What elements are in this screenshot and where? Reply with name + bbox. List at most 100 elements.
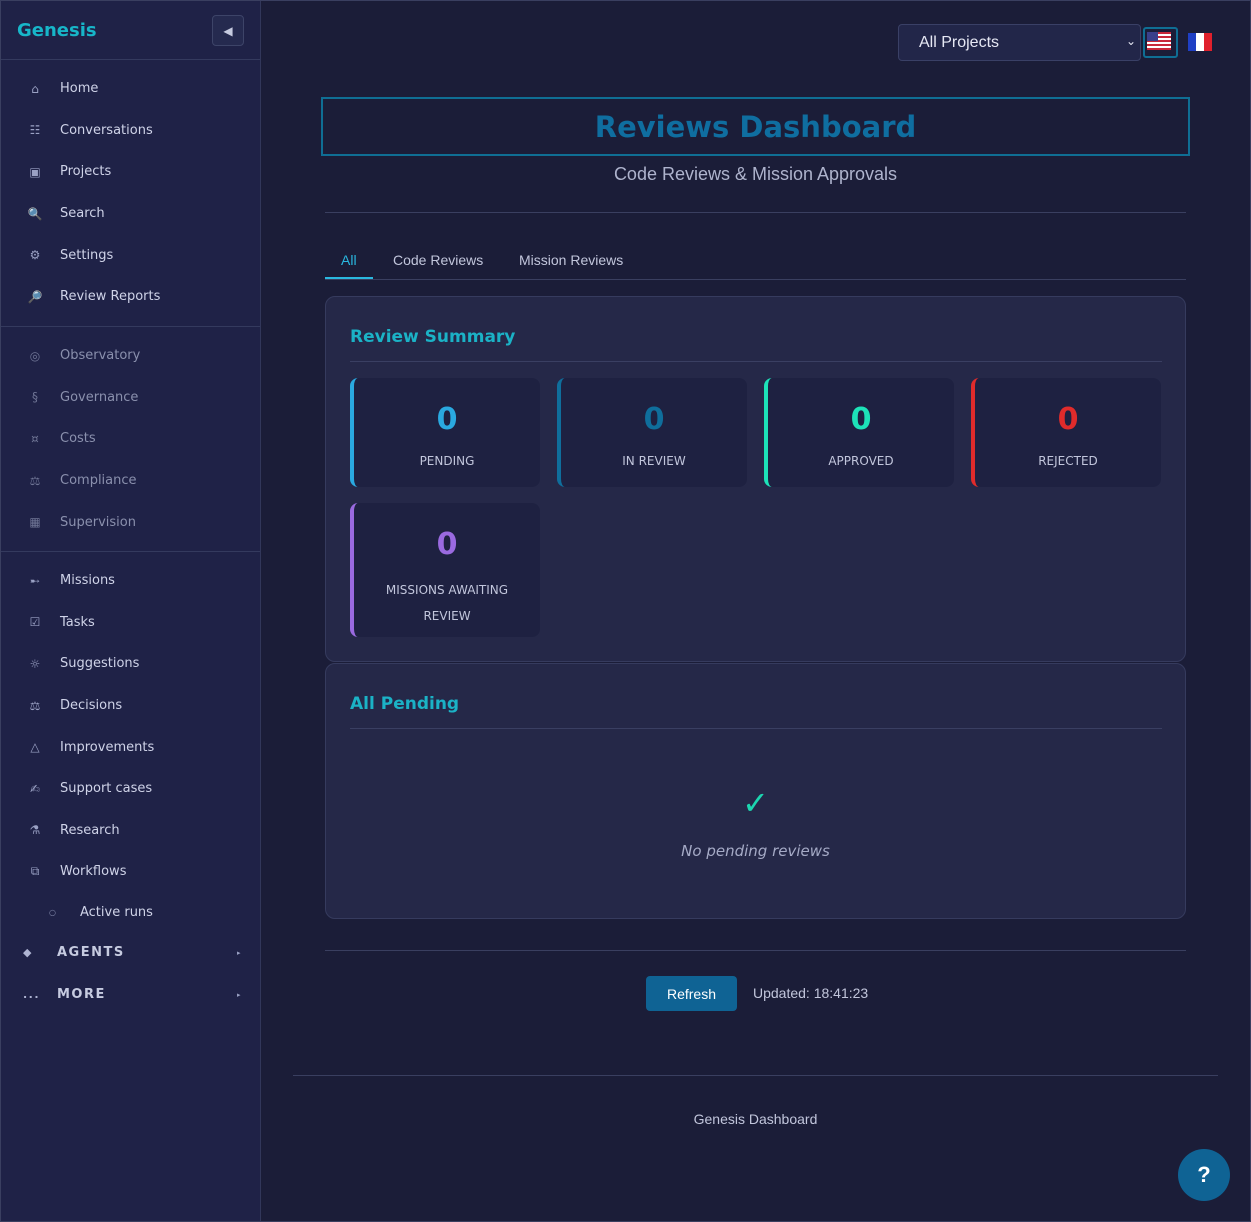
- sidebar-section-label: MORE: [57, 987, 106, 1003]
- nav-group-main: ⌂ Home ☷ Conversations ▣ Projects 🔍 Search ⚙…: [1, 60, 260, 327]
- ellipsis-icon: ...: [23, 988, 41, 1002]
- stat-label: IN REVIEW: [622, 454, 686, 468]
- sidebar-item-tasks[interactable]: ☑ Tasks: [1, 602, 260, 644]
- currency-icon: ¤: [31, 431, 39, 446]
- stat-value: 0: [436, 527, 458, 562]
- last-updated-text: Updated: 18:41:23: [753, 985, 869, 1001]
- divider: [293, 1075, 1218, 1076]
- nav-group-work: ➸ Missions ☑ Tasks ☼ Suggestions ⚖ Decisions…: [1, 552, 260, 1016]
- grid-icon: ▦: [29, 515, 41, 530]
- sidebar-item-label: Suggestions: [60, 656, 140, 672]
- sidebar-section-more[interactable]: ... MORE ▸: [1, 974, 260, 1016]
- triangle-icon: △: [30, 740, 40, 755]
- chevron-left-icon: ◀: [223, 23, 233, 38]
- divider: [350, 728, 1162, 729]
- panel-title: Review Summary: [350, 327, 516, 347]
- stat-value: 0: [850, 402, 872, 437]
- folder-icon: ▣: [29, 164, 41, 179]
- divider: [325, 950, 1186, 951]
- stat-card-in-review: 0 IN REVIEW: [557, 378, 747, 487]
- divider: [350, 361, 1162, 362]
- tab-code-reviews[interactable]: Code Reviews: [393, 252, 483, 268]
- home-icon: ⌂: [31, 81, 39, 96]
- lightbulb-icon: ☼: [29, 656, 41, 671]
- sidebar-item-review-reports[interactable]: 🔎 Review Reports: [1, 276, 260, 318]
- diamond-icon: ◆: [23, 946, 33, 960]
- sidebar-item-costs[interactable]: ¤ Costs: [1, 418, 260, 460]
- sidebar-item-search[interactable]: 🔍 Search: [1, 193, 260, 235]
- magnifier-icon: 🔎: [27, 289, 43, 304]
- sidebar-item-label: Decisions: [60, 698, 123, 714]
- sidebar-item-label: Improvements: [60, 739, 155, 755]
- collapse-sidebar-button[interactable]: ◀: [212, 15, 244, 46]
- stat-card-pending: 0 PENDING: [350, 378, 540, 487]
- stat-card-rejected: 0 REJECTED: [971, 378, 1161, 487]
- sidebar-item-workflows[interactable]: ⧉ Workflows: [1, 851, 260, 893]
- sidebar-item-compliance[interactable]: ⚖ Compliance: [1, 460, 260, 502]
- sidebar-item-settings[interactable]: ⚙ Settings: [1, 234, 260, 276]
- arrow-icon: ➸: [29, 573, 41, 588]
- stat-value: 0: [643, 402, 665, 437]
- list-icon: ☷: [29, 123, 41, 138]
- sidebar-item-observatory[interactable]: ◎ Observatory: [1, 335, 260, 377]
- sidebar-item-label: Research: [60, 822, 120, 838]
- sidebar-item-label: Governance: [60, 389, 139, 405]
- sidebar-item-conversations[interactable]: ☷ Conversations: [1, 110, 260, 152]
- stat-label: APPROVED: [828, 454, 894, 468]
- checkbox-icon: ☑: [29, 615, 41, 630]
- sidebar-item-supervision[interactable]: ▦ Supervision: [1, 501, 260, 543]
- refresh-button[interactable]: Refresh: [646, 976, 737, 1011]
- sidebar-item-decisions[interactable]: ⚖ Decisions: [1, 685, 260, 727]
- checkmark-icon: ✓: [742, 785, 769, 821]
- sidebar-item-missions[interactable]: ➸ Missions: [1, 560, 260, 602]
- sidebar-item-label: Support cases: [60, 781, 153, 797]
- project-select[interactable]: All Projects ⌄: [898, 24, 1141, 61]
- us-flag-icon[interactable]: [1147, 32, 1171, 50]
- caret-right-icon: ▸: [236, 948, 242, 957]
- sidebar-item-label: Home: [60, 81, 99, 97]
- sidebar-section-label: AGENTS: [57, 945, 125, 961]
- sidebar-item-support-cases[interactable]: ✍ Support cases: [1, 768, 260, 810]
- sidebar-header: Genesis ◀: [1, 1, 260, 60]
- sidebar-item-label: Compliance: [60, 473, 137, 489]
- circle-icon: ○: [49, 907, 56, 917]
- nav-group-oversight: ◎ Observatory § Governance ¤ Costs ⚖ Complia…: [1, 327, 260, 552]
- search-icon: 🔍: [27, 206, 43, 221]
- empty-state-text: No pending reviews: [681, 842, 830, 860]
- divider: [325, 212, 1186, 213]
- workflow-icon: ⧉: [30, 864, 40, 879]
- page-title-box: Reviews Dashboard: [321, 97, 1190, 156]
- sidebar-item-active-runs[interactable]: ○ Active runs: [1, 893, 260, 932]
- sidebar-section-agents[interactable]: ◆ AGENTS ▸: [1, 932, 260, 974]
- tab-mission-reviews[interactable]: Mission Reviews: [519, 252, 623, 268]
- sidebar-item-governance[interactable]: § Governance: [1, 377, 260, 419]
- panel-title: All Pending: [350, 694, 460, 714]
- sidebar-item-label: Tasks: [60, 614, 95, 630]
- brand-logo-text[interactable]: Genesis: [17, 20, 97, 41]
- sidebar-item-label: Review Reports: [60, 289, 161, 305]
- sidebar-item-improvements[interactable]: △ Improvements: [1, 726, 260, 768]
- stat-value: 0: [1057, 402, 1079, 437]
- tab-all[interactable]: All: [341, 252, 357, 268]
- sidebar-item-research[interactable]: ⚗ Research: [1, 810, 260, 852]
- fr-flag-icon[interactable]: [1188, 33, 1212, 51]
- scales-icon: ⚖: [29, 473, 41, 488]
- sidebar-item-label: Projects: [60, 164, 112, 180]
- sidebar-item-home[interactable]: ⌂ Home: [1, 68, 260, 110]
- sidebar-item-label: Active runs: [80, 904, 153, 920]
- sidebar-item-label: Supervision: [60, 514, 136, 530]
- sidebar-item-label: Costs: [60, 431, 96, 447]
- sidebar-item-label: Workflows: [60, 864, 127, 880]
- target-icon: ◎: [29, 348, 41, 363]
- sidebar-item-projects[interactable]: ▣ Projects: [1, 151, 260, 193]
- sidebar-item-suggestions[interactable]: ☼ Suggestions: [1, 643, 260, 685]
- sidebar-item-label: Search: [60, 206, 105, 222]
- sidebar-item-label: Conversations: [60, 122, 153, 138]
- help-button[interactable]: ?: [1178, 1149, 1230, 1201]
- page-title: Reviews Dashboard: [594, 109, 917, 144]
- stat-label: REJECTED: [1038, 454, 1098, 468]
- stat-label: MISSIONS AWAITING REVIEW: [385, 583, 509, 623]
- all-pending-panel: All Pending ✓ No pending reviews: [325, 663, 1186, 919]
- stat-label: PENDING: [419, 454, 475, 468]
- caret-right-icon: ▸: [236, 990, 242, 999]
